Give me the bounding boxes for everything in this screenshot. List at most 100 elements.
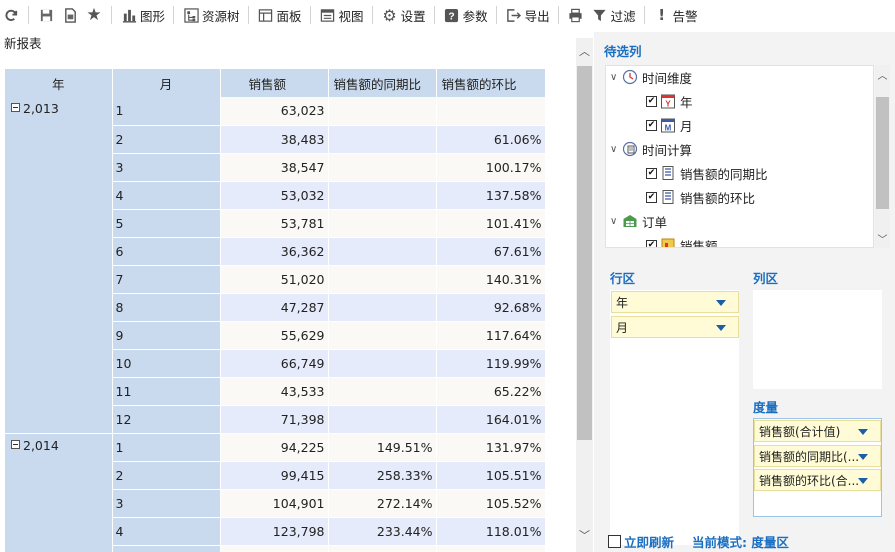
measure-item-mom[interactable]: 销售额的环比(合... bbox=[754, 469, 881, 491]
view-button[interactable]: 视图 bbox=[316, 2, 367, 28]
month-cell: 3 bbox=[112, 153, 221, 182]
alert-button[interactable]: ! 告警 bbox=[650, 2, 701, 28]
sales-cell: 53,032 bbox=[220, 181, 329, 210]
collapse-icon[interactable] bbox=[11, 439, 20, 449]
mom-cell: 131.97% bbox=[436, 433, 545, 462]
month-cell: 1 bbox=[112, 97, 221, 126]
sales-cell: 43,533 bbox=[220, 377, 329, 406]
filter-icon bbox=[591, 6, 609, 24]
column-zone-title: 列区 bbox=[753, 271, 779, 286]
chart-button[interactable]: 图形 bbox=[117, 2, 168, 28]
chevron-down-icon[interactable]: ∨ bbox=[610, 216, 622, 227]
report-table-container: 年 月 销售额 销售额的同期比 销售额的环比 2,013 1 63,023 2 38,4… bbox=[5, 69, 545, 552]
save-button[interactable] bbox=[34, 2, 58, 28]
yoy-checkbox[interactable]: ✔ bbox=[646, 167, 657, 179]
sales-cell: 36,362 bbox=[220, 237, 329, 266]
tree-label: 月 bbox=[680, 118, 693, 134]
scrollbar-thumb[interactable] bbox=[577, 66, 592, 440]
collapse-icon[interactable] bbox=[11, 103, 20, 112]
mom-checkbox[interactable]: ✔ bbox=[646, 191, 657, 203]
view-label: 视图 bbox=[338, 8, 364, 24]
dropdown-arrow-icon[interactable] bbox=[716, 300, 726, 306]
year-checkbox[interactable]: ✔ bbox=[646, 95, 657, 107]
toolbar: ★ 图形 资源树 面板 视图 ⚙ 设置 ? 参数 导出 过滤 ! 告警 bbox=[0, 0, 895, 30]
report-title: 新报表 bbox=[4, 36, 42, 51]
month-checkbox[interactable]: ✔ bbox=[646, 119, 657, 131]
month-cell: 8 bbox=[112, 293, 221, 322]
svg-text:M: M bbox=[665, 124, 672, 133]
month-cell: 7 bbox=[112, 265, 221, 294]
scrollbar-thumb[interactable] bbox=[876, 97, 889, 209]
toolbar-divider bbox=[371, 6, 373, 24]
tree-scrollbar[interactable]: ︿ ﹀ bbox=[875, 65, 890, 248]
params-label: 参数 bbox=[462, 8, 488, 24]
month-cell: 4 bbox=[112, 517, 221, 546]
scroll-down-icon[interactable]: ﹀ bbox=[875, 231, 890, 246]
tree-node-month[interactable]: ✔ M 月 bbox=[646, 115, 693, 135]
dropdown-arrow-icon[interactable] bbox=[716, 325, 726, 331]
month-cell: 3 bbox=[112, 489, 221, 518]
scroll-down-icon[interactable]: ﹀ bbox=[576, 526, 593, 543]
instant-refresh-toggle[interactable]: 立即刷新 bbox=[608, 532, 674, 551]
scroll-up-icon[interactable]: ︿ bbox=[576, 42, 593, 59]
tree-node-sales[interactable]: ✔ 销售额 bbox=[646, 235, 718, 247]
yoy-cell bbox=[328, 97, 437, 126]
year-calendar-icon: Y bbox=[660, 93, 676, 109]
year-cell[interactable]: 2,013 bbox=[5, 97, 113, 434]
yoy-cell: 258.33% bbox=[328, 461, 437, 490]
column-header-year[interactable]: 年 bbox=[5, 69, 113, 97]
column-header-month[interactable]: 月 bbox=[112, 69, 221, 97]
measure-zone-title: 度量 bbox=[753, 400, 779, 415]
mom-cell: 92.68% bbox=[436, 293, 545, 322]
sales-cell: 123,798 bbox=[220, 517, 329, 546]
dropdown-arrow-icon[interactable] bbox=[858, 429, 868, 435]
dropdown-arrow-icon[interactable] bbox=[858, 478, 868, 484]
refresh-icon bbox=[2, 6, 20, 24]
toolbar-divider bbox=[28, 6, 29, 24]
params-button[interactable]: ? 参数 bbox=[440, 2, 491, 28]
measure-item-sales-sum[interactable]: 销售额(合计值) bbox=[754, 420, 881, 442]
report-table: 年 月 销售额 销售额的同期比 销售额的环比 2,013 1 63,023 2 38,4… bbox=[5, 69, 545, 552]
column-header-mom[interactable]: 销售额的环比 bbox=[436, 69, 545, 97]
export-button[interactable]: 导出 bbox=[502, 2, 553, 28]
dropdown-arrow-icon[interactable] bbox=[858, 454, 868, 460]
settings-button[interactable]: ⚙ 设置 bbox=[378, 2, 429, 28]
year-cell[interactable]: 2,014 bbox=[5, 433, 113, 552]
chevron-down-icon[interactable]: ∨ bbox=[610, 72, 622, 83]
current-mode-label: 当前模式: 度量区 bbox=[692, 535, 789, 550]
tree-node-yoy[interactable]: ✔ 销售额的同期比 bbox=[646, 163, 768, 183]
report-scrollbar[interactable]: ︿ ﹀ bbox=[576, 38, 593, 552]
column-header-sales[interactable]: 销售额 bbox=[220, 69, 329, 97]
sales-cell: 94,225 bbox=[220, 433, 329, 462]
table-row: 2,014 1 94,225 149.51% 131.97% bbox=[5, 433, 545, 552]
tree-node-year[interactable]: ✔ Y 年 bbox=[646, 91, 693, 111]
tree-node-time-calc[interactable]: ∨ 时间计算 bbox=[610, 139, 692, 159]
chevron-down-icon[interactable]: ∨ bbox=[610, 144, 622, 155]
measure-item-yoy[interactable]: 销售额的同期比(... bbox=[754, 445, 881, 467]
tree-node-mom[interactable]: ✔ 销售额的环比 bbox=[646, 187, 755, 207]
printer-icon bbox=[567, 6, 585, 24]
sales-cell: 51,020 bbox=[220, 265, 329, 294]
row-zone-item-year[interactable]: 年 bbox=[611, 291, 739, 313]
favorite-button[interactable]: ★ bbox=[82, 2, 106, 28]
tree-node-order[interactable]: ∨ 订单 bbox=[610, 211, 667, 231]
print-button[interactable] bbox=[564, 2, 588, 28]
row-zone-item-month[interactable]: 月 bbox=[611, 316, 739, 338]
refresh-button[interactable] bbox=[0, 2, 23, 28]
tree-node-time-dimension[interactable]: ∨ 时间维度 bbox=[610, 67, 692, 87]
time-dimension-icon bbox=[622, 69, 638, 85]
sales-checkbox[interactable]: ✔ bbox=[646, 239, 657, 247]
column-zone[interactable] bbox=[753, 290, 882, 389]
scroll-up-icon[interactable]: ︿ bbox=[875, 67, 890, 82]
filter-button[interactable]: 过滤 bbox=[588, 2, 639, 28]
month-cell bbox=[112, 545, 221, 552]
save-as-button[interactable] bbox=[58, 2, 82, 28]
instant-refresh-checkbox[interactable] bbox=[608, 535, 621, 548]
toolbar-divider bbox=[247, 6, 249, 24]
panel-button[interactable]: 面板 bbox=[254, 2, 305, 28]
resource-tree-button[interactable]: 资源树 bbox=[179, 2, 243, 28]
toolbar-divider bbox=[495, 6, 497, 24]
yoy-cell bbox=[328, 321, 437, 350]
column-header-yoy[interactable]: 销售额的同期比 bbox=[328, 69, 437, 97]
mom-cell bbox=[436, 97, 545, 126]
